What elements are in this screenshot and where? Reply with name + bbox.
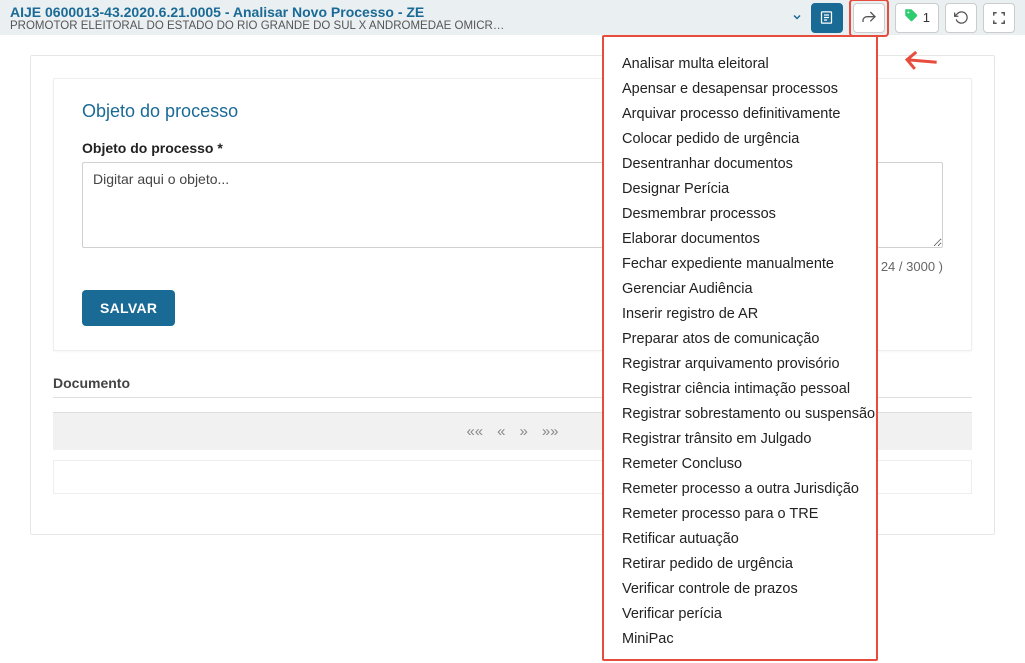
pager-first[interactable]: «« [466,423,483,440]
process-title[interactable]: AIJE 0600013-43.2020.6.21.0005 - Analisa… [10,4,783,20]
pager-next[interactable]: » [520,423,528,440]
action-menu-item[interactable]: Arquivar processo definitivamente [604,101,876,126]
action-menu-item[interactable]: Colocar pedido de urgência [604,126,876,151]
actions-dropdown: Analisar multa eleitoralApensar e desape… [602,35,878,661]
action-menu-item[interactable]: Desentranhar documentos [604,151,876,176]
doc-button[interactable] [811,3,843,33]
share-button[interactable] [853,3,885,33]
action-menu-item[interactable]: Analisar multa eleitoral [604,51,876,76]
action-menu-item[interactable]: Verificar controle de prazos [604,576,876,601]
action-menu-item[interactable]: MiniPac [604,626,876,651]
save-button[interactable]: SALVAR [82,290,175,326]
action-menu-item[interactable]: Fechar expediente manualmente [604,251,876,276]
process-subtitle: PROMOTOR ELEITORAL DO ESTADO DO RIO GRAN… [10,20,783,32]
action-menu-item[interactable]: Registrar arquivamento provisório [604,351,876,376]
fullscreen-button[interactable] [983,3,1015,33]
process-heading: AIJE 0600013-43.2020.6.21.0005 - Analisa… [10,4,783,32]
action-menu-item[interactable]: Gerenciar Audiência [604,276,876,301]
chevron-down-icon[interactable] [783,0,811,36]
action-menu-item[interactable]: Remeter processo para o TRE [604,501,876,526]
action-menu-item[interactable]: Elaborar documentos [604,226,876,251]
action-menu-item[interactable]: Inserir registro de AR [604,301,876,326]
action-menu-item[interactable]: Apensar e desapensar processos [604,76,876,101]
action-menu-item[interactable]: Retirar pedido de urgência [604,551,876,576]
action-menu-item[interactable]: Desmembrar processos [604,201,876,226]
action-menu-item[interactable]: Retificar autuação [604,526,876,551]
action-menu-item[interactable]: Designar Perícia [604,176,876,201]
pager-prev[interactable]: « [497,423,505,440]
tag-count: 1 [923,10,930,25]
pager-last[interactable]: »» [542,423,559,440]
history-button[interactable] [945,3,977,33]
toolbar-right: 1 [811,0,1015,37]
action-menu-item[interactable]: Preparar atos de comunicação [604,326,876,351]
action-menu-item[interactable]: Registrar sobrestamento ou suspensão [604,401,876,426]
action-menu-item[interactable]: Registrar ciência intimação pessoal [604,376,876,401]
tags-button[interactable]: 1 [895,3,939,33]
action-menu-item[interactable]: Remeter processo a outra Jurisdição [604,476,876,501]
action-menu-item[interactable]: Remeter Concluso [604,451,876,476]
tag-icon [904,8,919,27]
top-bar: AIJE 0600013-43.2020.6.21.0005 - Analisa… [0,0,1025,35]
action-menu-item[interactable]: Verificar perícia [604,601,876,626]
action-menu-item[interactable]: Registrar trânsito em Julgado [604,426,876,451]
share-button-highlight [849,0,889,37]
